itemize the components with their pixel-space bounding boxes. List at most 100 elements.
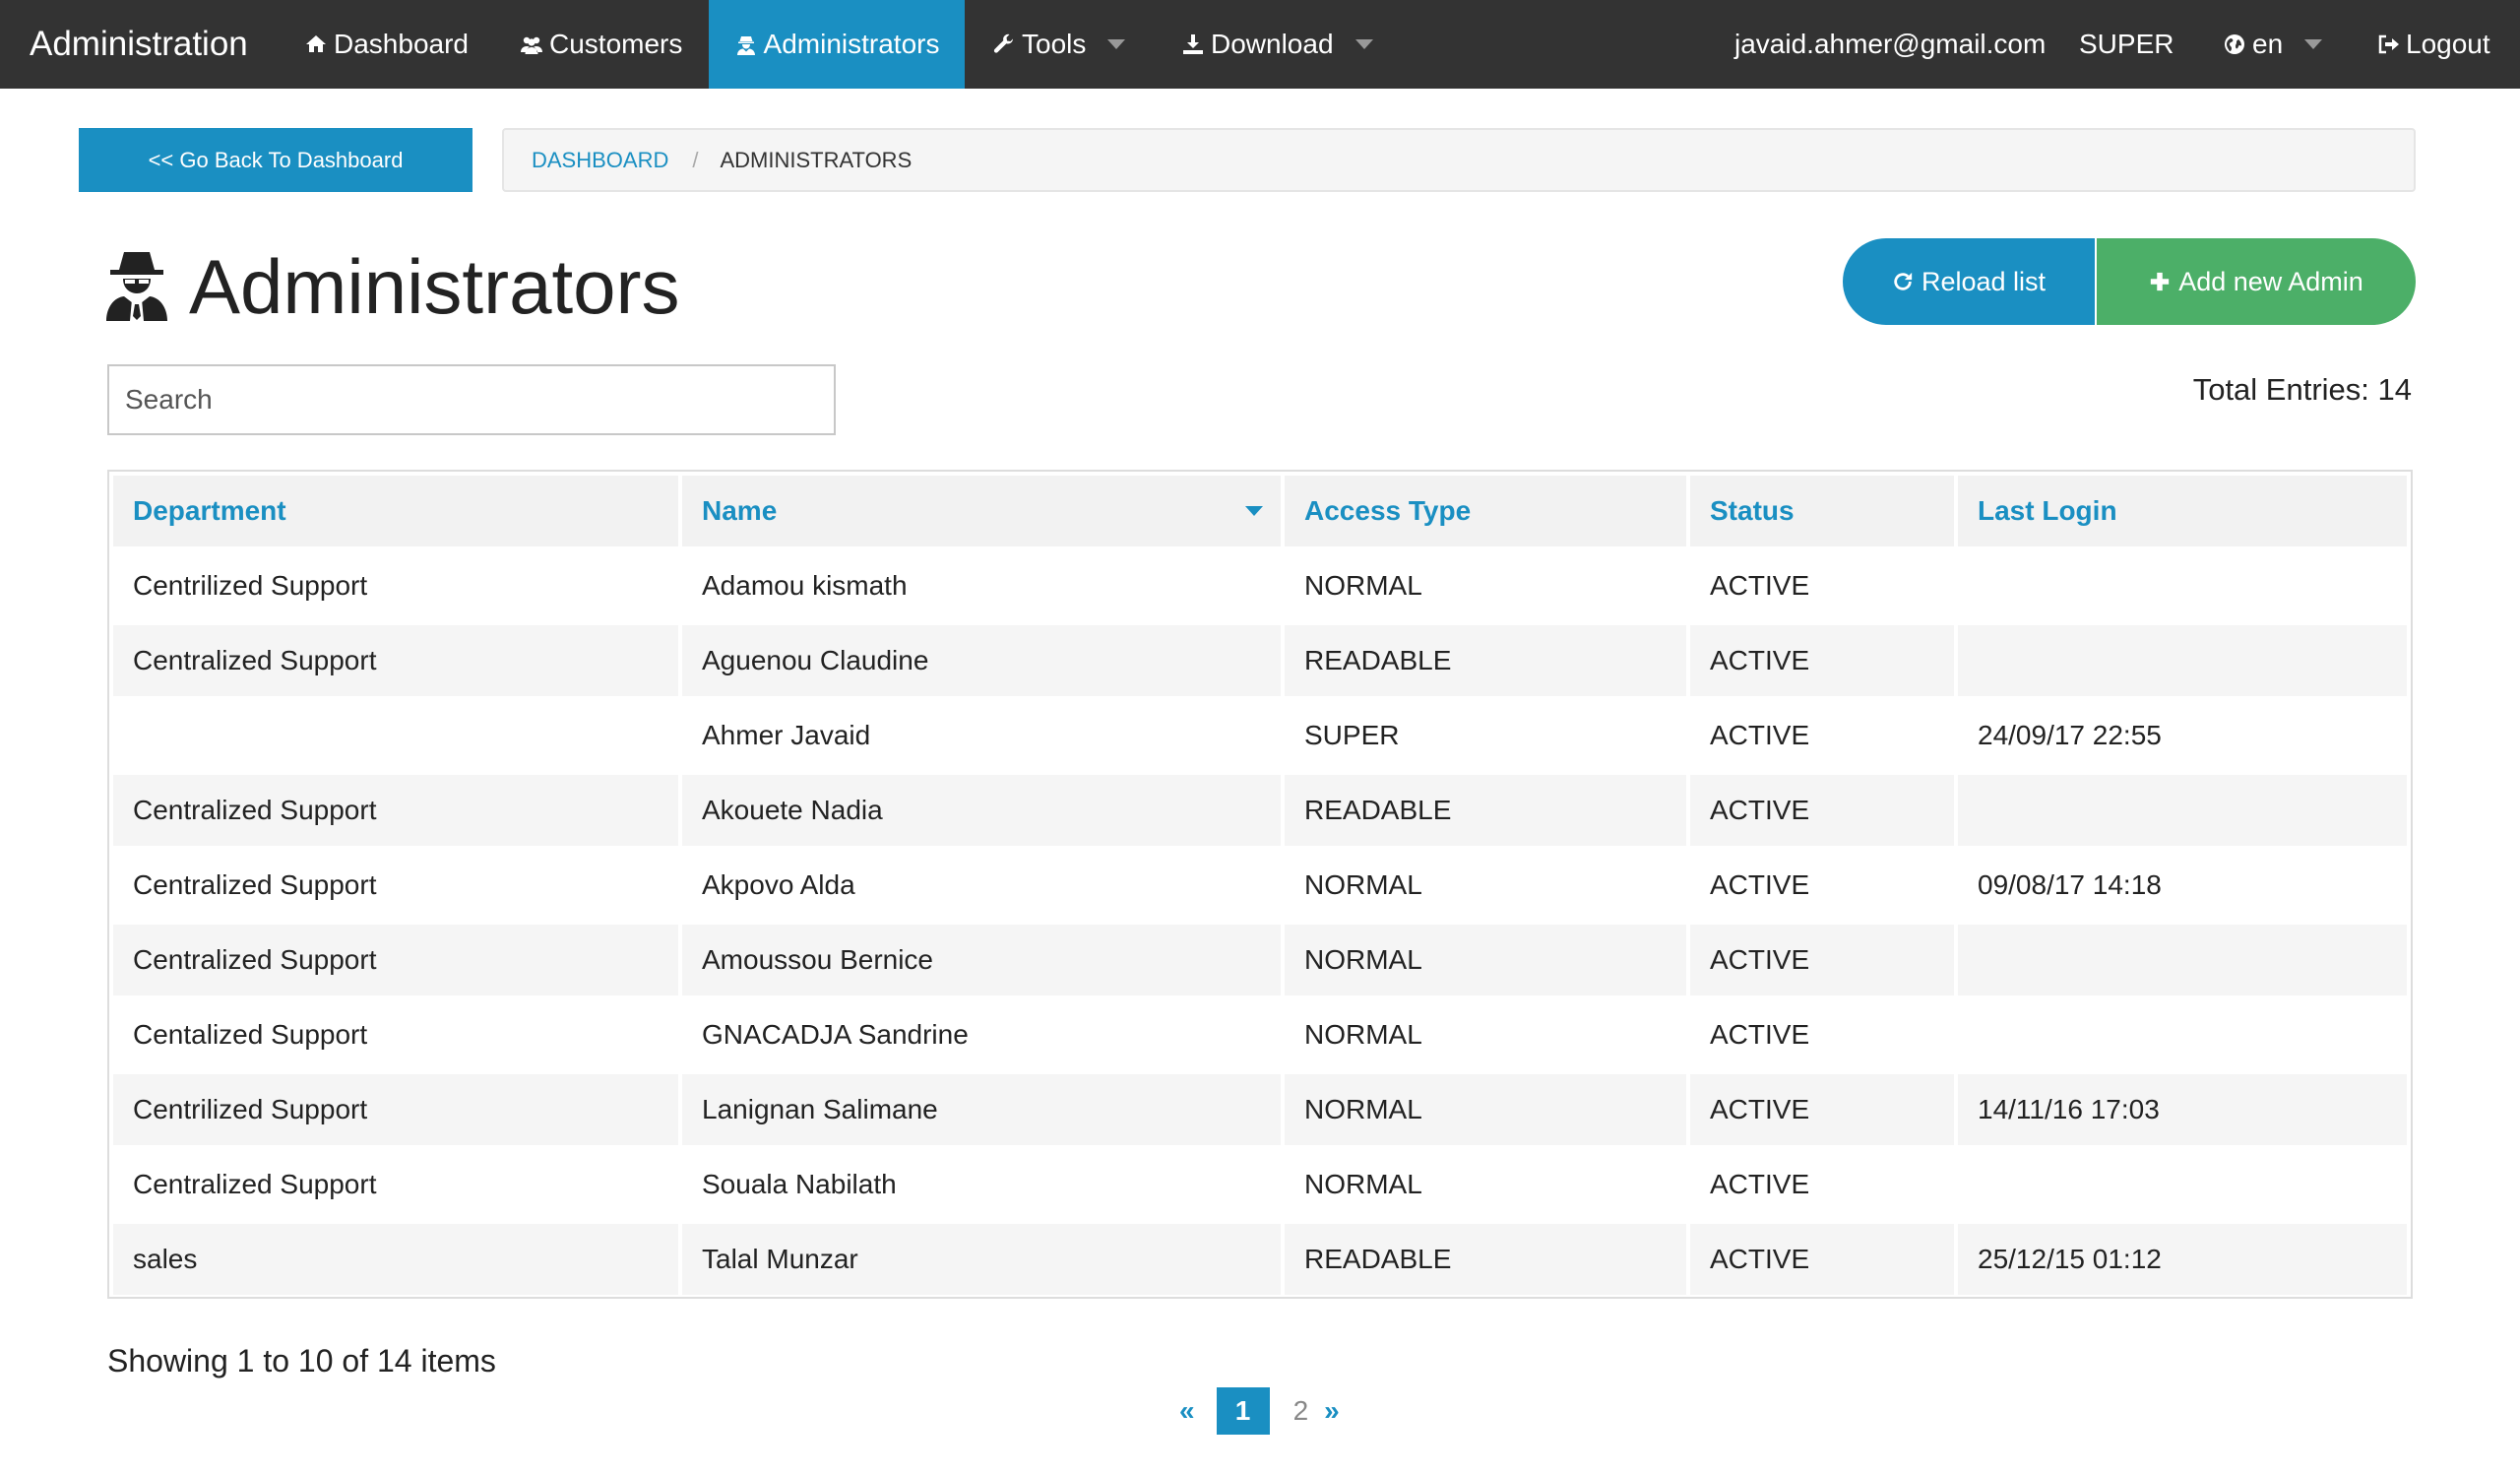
cell-name: Souala Nabilath (682, 1149, 1281, 1220)
nav-user-email[interactable]: javaid.ahmer@gmail.com (1734, 0, 2046, 89)
table-row[interactable]: Centralized Support Akpovo Alda NORMAL A… (113, 850, 2407, 921)
nav-administrators-label: Administrators (763, 29, 940, 59)
cell-access-type: NORMAL (1285, 850, 1686, 921)
cell-status: ACTIVE (1690, 1074, 1954, 1145)
brand-title[interactable]: Administration (30, 0, 248, 89)
cell-department: Centralized Support (113, 925, 678, 995)
pagination-page-2[interactable]: 2 (1288, 1395, 1317, 1427)
showing-items-text: Showing 1 to 10 of 14 items (107, 1343, 496, 1379)
table-row[interactable]: Ahmer Javaid SUPER ACTIVE 24/09/17 22:55 (113, 700, 2407, 771)
table-row[interactable]: Centralized Support Amoussou Bernice NOR… (113, 925, 2407, 995)
add-new-admin-label: Add new Admin (2178, 266, 2363, 296)
cell-name: Lanignan Salimane (682, 1074, 1281, 1145)
column-header-name[interactable]: Name (682, 476, 1281, 546)
nav-logout[interactable]: Logout (2376, 0, 2490, 89)
pagination-page-1[interactable]: 1 (1216, 1387, 1270, 1435)
column-header-last-login[interactable]: Last Login (1958, 476, 2407, 546)
column-header-status[interactable]: Status (1690, 476, 1954, 546)
cell-access-type: READABLE (1285, 1224, 1686, 1295)
top-navbar: Administration Dashboard Customers Admin… (0, 0, 2520, 89)
cell-access-type: NORMAL (1285, 999, 1686, 1070)
cell-last-login: 14/11/16 17:03 (1958, 1074, 2407, 1145)
cell-status: ACTIVE (1690, 775, 1954, 846)
breadcrumb-separator: / (692, 147, 699, 172)
cell-name: Aguenou Claudine (682, 625, 1281, 696)
cell-last-login (1958, 999, 2407, 1070)
cell-name: Adamou kismath (682, 550, 1281, 621)
download-icon (1183, 34, 1203, 54)
breadcrumb-dashboard-link[interactable]: DASHBOARD (532, 148, 668, 173)
breadcrumb-current: ADMINISTRATORS (720, 147, 913, 172)
pagination-prev[interactable]: « (1171, 1395, 1203, 1427)
administrators-table: Department Name Access Type Status Last … (107, 470, 2413, 1299)
cell-status: ACTIVE (1690, 925, 1954, 995)
pagination: « 1 2 » (1171, 1386, 1348, 1436)
chevron-down-icon (1354, 39, 1373, 49)
nav-dashboard[interactable]: Dashboard (304, 0, 469, 89)
table-row[interactable]: Centrilized Support Lanignan Salimane NO… (113, 1074, 2407, 1145)
nav-language-dropdown[interactable]: en (2223, 0, 2323, 89)
cell-name: Akouete Nadia (682, 775, 1281, 846)
sort-desc-icon (1245, 506, 1263, 516)
globe-icon (2225, 34, 2244, 54)
cell-department: Centrilized Support (113, 1074, 678, 1145)
user-secret-icon (736, 36, 755, 55)
page-title: Administrators (189, 243, 680, 330)
cell-department: Centrilized Support (113, 550, 678, 621)
cell-department: Centralized Support (113, 775, 678, 846)
language-label: en (2252, 29, 2284, 59)
plus-icon (2151, 272, 2170, 291)
home-icon (306, 35, 326, 52)
cell-last-login (1958, 775, 2407, 846)
reload-list-button[interactable]: Reload list (1843, 238, 2095, 325)
nav-customers[interactable]: Customers (520, 0, 682, 89)
cell-last-login: 09/08/17 14:18 (1958, 850, 2407, 921)
chevron-down-icon (2304, 39, 2323, 49)
cell-last-login (1958, 625, 2407, 696)
user-email: javaid.ahmer@gmail.com (1734, 29, 2047, 59)
table-row[interactable]: Centralized Support Akouete Nadia READAB… (113, 775, 2407, 846)
cell-last-login: 24/09/17 22:55 (1958, 700, 2407, 771)
cell-department: Centralized Support (113, 1149, 678, 1220)
search-input[interactable] (107, 364, 836, 435)
cell-status: ACTIVE (1690, 1149, 1954, 1220)
cell-status: ACTIVE (1690, 999, 1954, 1070)
cell-name: Akpovo Alda (682, 850, 1281, 921)
cell-access-type: NORMAL (1285, 925, 1686, 995)
cell-department: Centralized Support (113, 850, 678, 921)
cell-last-login (1958, 1149, 2407, 1220)
cell-last-login (1958, 925, 2407, 995)
table-row[interactable]: Centalized Support GNACADJA Sandrine NOR… (113, 999, 2407, 1070)
column-header-access-type[interactable]: Access Type (1285, 476, 1686, 546)
cell-name: Ahmer Javaid (682, 700, 1281, 771)
cell-access-type: NORMAL (1285, 550, 1686, 621)
nav-download-dropdown[interactable]: Download (1181, 0, 1373, 89)
cell-name: Talal Munzar (682, 1224, 1281, 1295)
cell-department: sales (113, 1224, 678, 1295)
table-row[interactable]: Centrilized Support Adamou kismath NORMA… (113, 550, 2407, 621)
column-header-name-label: Name (702, 495, 778, 526)
nav-tools-dropdown[interactable]: Tools (992, 0, 1126, 89)
refresh-icon (1894, 272, 1913, 290)
users-icon (521, 36, 542, 54)
cell-access-type: READABLE (1285, 625, 1686, 696)
nav-user-role[interactable]: SUPER (2079, 0, 2174, 89)
cell-department (113, 700, 678, 771)
cell-status: ACTIVE (1690, 550, 1954, 621)
column-header-department[interactable]: Department (113, 476, 678, 546)
nav-download-label: Download (1211, 29, 1334, 59)
table-row[interactable]: sales Talal Munzar READABLE ACTIVE 25/12… (113, 1224, 2407, 1295)
cell-status: ACTIVE (1690, 1224, 1954, 1295)
pagination-next[interactable]: » (1316, 1395, 1348, 1427)
table-row[interactable]: Centralized Support Aguenou Claudine REA… (113, 625, 2407, 696)
chevron-down-icon (1107, 39, 1126, 49)
user-role: SUPER (2079, 29, 2174, 59)
table-row[interactable]: Centralized Support Souala Nabilath NORM… (113, 1149, 2407, 1220)
nav-administrators[interactable]: Administrators (709, 0, 965, 89)
nav-tools-label: Tools (1022, 29, 1087, 59)
cell-access-type: NORMAL (1285, 1149, 1686, 1220)
reload-list-label: Reload list (1921, 266, 2047, 296)
add-new-admin-button[interactable]: Add new Admin (2097, 238, 2416, 325)
cell-access-type: NORMAL (1285, 1074, 1686, 1145)
go-back-to-dashboard-button[interactable]: << Go Back To Dashboard (79, 128, 472, 192)
